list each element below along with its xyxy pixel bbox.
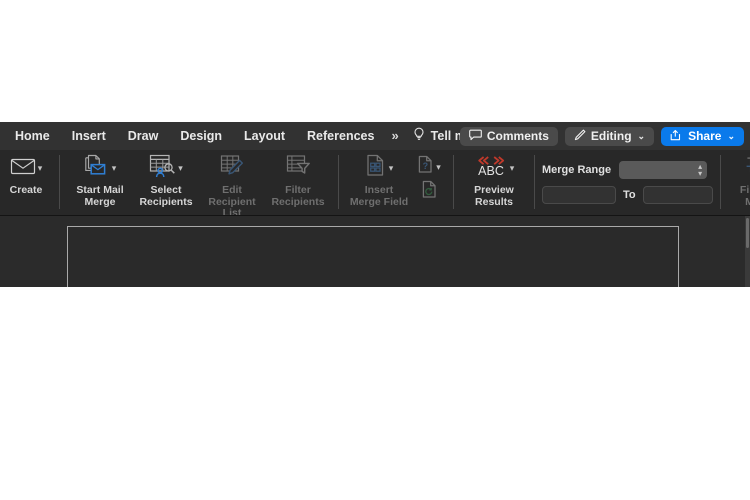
preview-results-button[interactable]: ABC ▾ Preview Results <box>461 153 527 208</box>
stepper-icon[interactable]: ▴ ▾ <box>698 162 702 178</box>
tab-design[interactable]: Design <box>169 122 233 150</box>
svg-text:ABC: ABC <box>478 164 504 178</box>
comments-button[interactable]: Comments <box>459 126 558 146</box>
word-application-window: Home Insert Draw Design Layout Reference… <box>0 122 750 287</box>
start-mail-merge-label: Start Mail Merge <box>76 184 124 208</box>
chevron-down-icon: ⌄ <box>727 130 735 141</box>
document-question-icon: ? <box>417 155 434 179</box>
create-button[interactable]: ▾ Create <box>0 153 52 197</box>
write-insert-fields-group: ▾ Insert Merge Field ? ▾ <box>346 153 446 208</box>
share-label: Share <box>688 129 722 143</box>
group-divider <box>338 155 339 209</box>
chevron-down-icon: ⌄ <box>637 130 646 141</box>
insert-merge-field-button: ▾ Insert Merge Field <box>346 153 412 208</box>
chevron-down-icon: ▾ <box>388 162 394 173</box>
group-divider <box>59 155 60 209</box>
mail-merge-group: ▾ Start Mail Merge ▾ Select Recipients E… <box>67 153 331 220</box>
merge-range-from-to-row: To <box>542 184 713 205</box>
comment-bubble-icon <box>469 129 482 144</box>
tab-home[interactable]: Home <box>4 122 61 150</box>
to-label: To <box>623 188 636 201</box>
comments-label: Comments <box>486 129 549 143</box>
group-divider <box>719 155 721 209</box>
finish-group: ▾ Finish & Merge <box>728 153 750 208</box>
svg-text:?: ? <box>423 161 429 171</box>
document-arrow-icon <box>744 154 750 183</box>
select-recipients-label: Select Recipients <box>139 184 193 208</box>
group-divider <box>534 155 535 209</box>
pencil-icon <box>574 129 586 144</box>
vertical-scrollbar[interactable] <box>745 216 750 287</box>
document-refresh-icon <box>421 180 438 204</box>
chevron-down-icon[interactable]: ▾ <box>38 163 43 173</box>
lightbulb-icon <box>413 127 425 146</box>
merge-range-group: Merge Range ▴ ▾ To <box>542 153 713 209</box>
create-label: Create <box>9 184 43 196</box>
merge-range-row: Merge Range ▴ ▾ <box>542 159 713 180</box>
stacked-field-tools: ? ▾ <box>412 153 446 204</box>
tab-insert[interactable]: Insert <box>61 122 117 150</box>
document-canvas[interactable] <box>0 215 750 287</box>
mailings-ribbon: ▾ Create ▾ Start Mail Merge ▾ Select Rec… <box>0 150 750 219</box>
tab-draw[interactable]: Draw <box>117 122 170 150</box>
tab-layout[interactable]: Layout <box>233 122 296 150</box>
filter-recipients-button: Filter Recipients <box>265 153 331 208</box>
match-fields-button: ? ▾ <box>417 154 441 180</box>
merge-range-select[interactable]: ▴ ▾ <box>619 160 708 179</box>
documents-envelope-icon <box>84 154 110 183</box>
chevron-down-icon: ▾ <box>436 161 441 172</box>
edit-recipient-list-button: Edit Recipient List <box>199 153 265 220</box>
preview-results-label: Preview Results <box>474 184 514 208</box>
filter-recipients-label: Filter Recipients <box>271 184 325 208</box>
insert-merge-field-label: Insert Merge Field <box>349 184 409 208</box>
create-group: ▾ Create <box>0 153 52 197</box>
merge-range-to-input[interactable] <box>642 185 713 204</box>
share-arrow-icon <box>670 129 683 144</box>
ribbon-tab-bar: Home Insert Draw Design Layout Reference… <box>0 122 750 150</box>
tab-overflow-icon[interactable]: » <box>385 122 404 150</box>
chevron-down-icon[interactable]: ▾ <box>178 163 183 173</box>
table-funnel-icon <box>285 154 311 183</box>
stepper-down-icon[interactable]: ▾ <box>698 169 702 177</box>
document-fields-icon <box>365 154 387 183</box>
select-recipients-button[interactable]: ▾ Select Recipients <box>133 153 199 208</box>
tab-references[interactable]: References <box>296 122 385 150</box>
merge-range-label: Merge Range <box>542 163 612 176</box>
chevron-down-icon[interactable]: ▾ <box>510 163 515 173</box>
finish-and-merge-label: Finish & Merge <box>739 184 750 208</box>
abc-preview-icon: ABC <box>474 154 508 183</box>
editing-label: Editing <box>590 129 632 143</box>
scrollbar-thumb[interactable] <box>746 218 749 248</box>
table-person-search-icon <box>149 154 176 183</box>
editing-mode-button[interactable]: Editing ⌄ <box>564 126 655 146</box>
merge-range-from-input[interactable] <box>542 185 616 204</box>
document-page[interactable] <box>67 226 679 287</box>
finish-and-merge-button: ▾ Finish & Merge <box>728 153 750 208</box>
group-divider <box>453 155 454 209</box>
share-button[interactable]: Share ⌄ <box>661 126 744 146</box>
preview-results-group: ABC ▾ Preview Results <box>461 153 527 208</box>
table-pencil-icon <box>219 154 245 183</box>
chevron-down-icon[interactable]: ▾ <box>112 163 117 173</box>
envelope-icon <box>10 156 36 181</box>
start-mail-merge-button[interactable]: ▾ Start Mail Merge <box>67 153 133 208</box>
tab-bar-actions: Comments Editing ⌄ Share ⌄ <box>459 122 744 150</box>
update-labels-button <box>421 180 438 204</box>
